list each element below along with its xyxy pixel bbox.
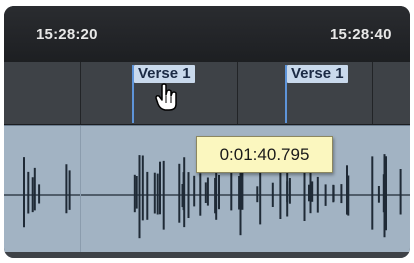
ruler-time-left: 15:28:20 <box>36 26 98 43</box>
marker-verse-1-second[interactable]: Verse 1 <box>287 65 348 83</box>
timeline-ruler[interactable]: 15:28:20 15:28:40 <box>4 6 410 63</box>
ruler-time-right: 15:28:40 <box>330 26 392 43</box>
hand-pointer-icon <box>155 83 177 111</box>
track-divider <box>80 126 81 258</box>
bottom-lane <box>4 252 410 258</box>
marker-verse-1[interactable]: Verse 1 <box>134 65 195 83</box>
lane-divider <box>372 62 373 124</box>
position-tooltip: 0:01:40.795 <box>196 136 333 173</box>
marker-lane[interactable]: Verse 1 Verse 1 <box>4 62 410 124</box>
lane-divider <box>80 62 81 124</box>
arrange-window: 15:28:20 15:28:40 Verse 1 Verse 1 <box>4 6 410 258</box>
lane-divider <box>237 62 238 124</box>
